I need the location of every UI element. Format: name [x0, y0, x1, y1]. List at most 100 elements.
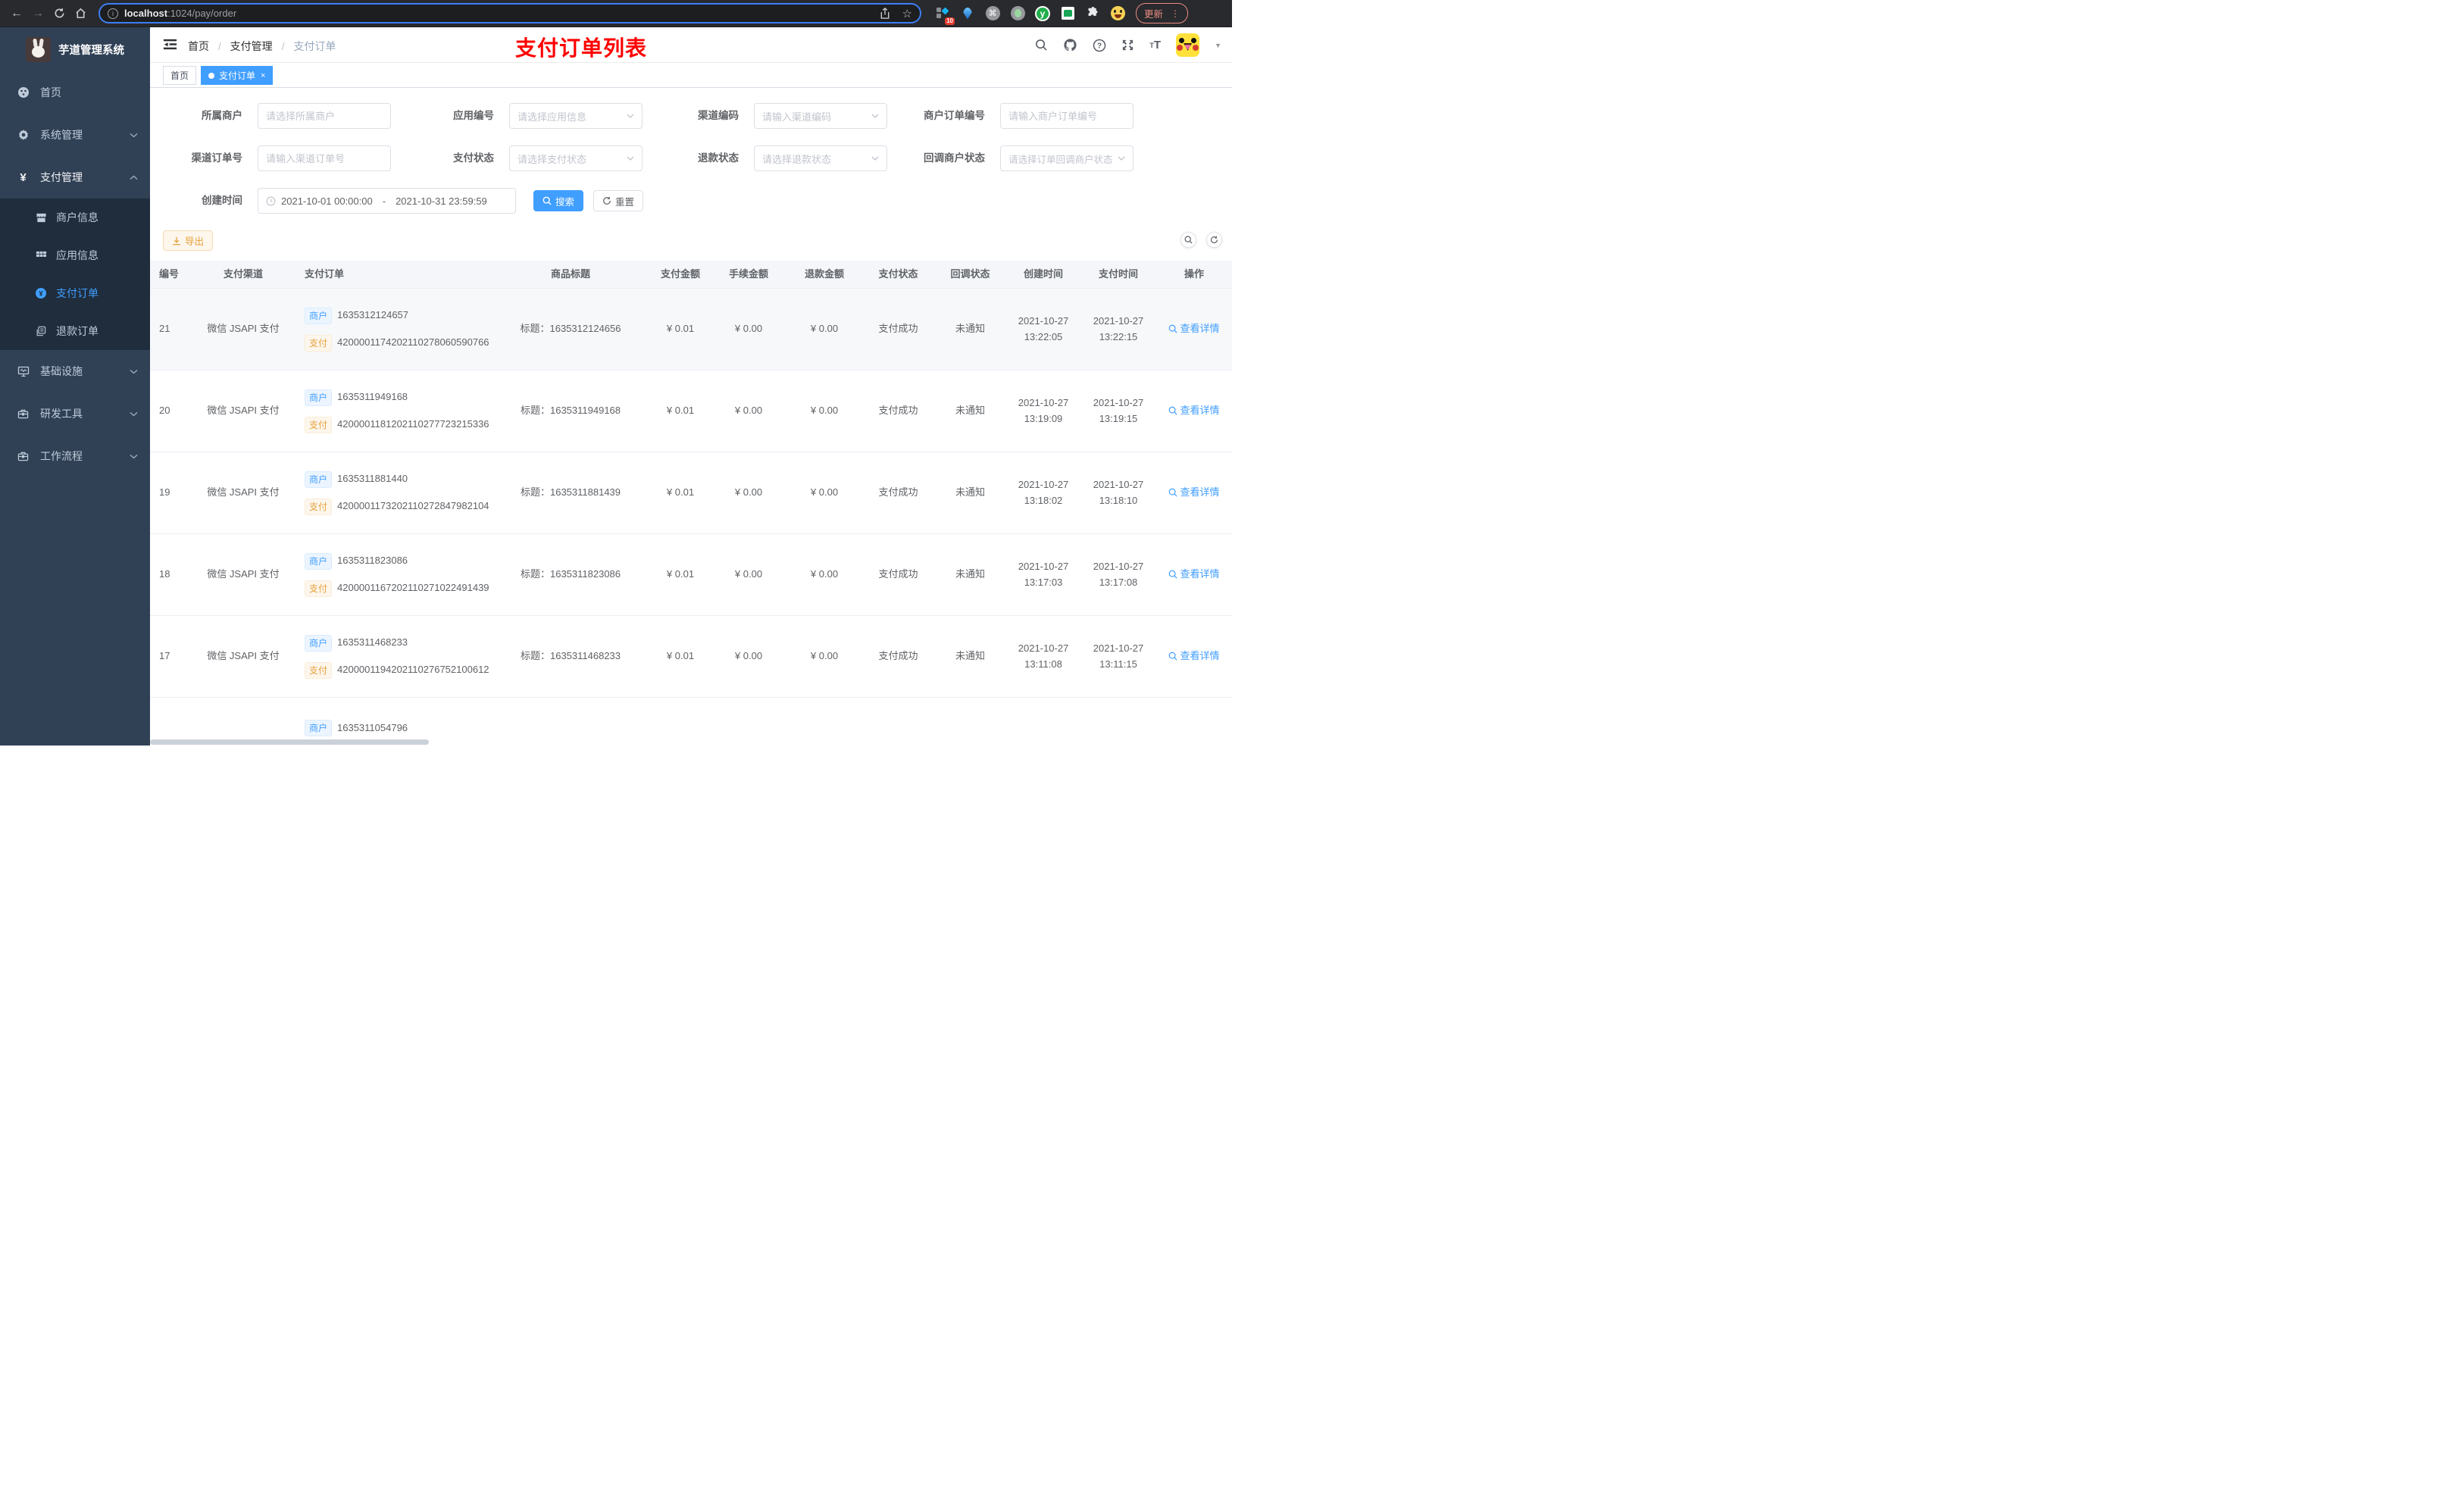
sidebar: 芋道管理系统 首页 系统管理 ¥ 支付管理 商户信息 应用信息 ¥ 支付订单 退…	[0, 27, 150, 746]
extension-grid-icon[interactable]: 10	[935, 6, 955, 25]
forward-icon[interactable]: →	[27, 7, 48, 20]
gear-icon	[17, 129, 30, 142]
filter-label-notify-status: 回调商户状态	[924, 152, 985, 164]
extension-pin-icon[interactable]	[960, 6, 975, 21]
search-icon[interactable]	[1035, 39, 1048, 52]
filter-label-channel-code: 渠道编码	[698, 110, 739, 121]
sidebar-item-merchant-info[interactable]: 商户信息	[0, 198, 150, 236]
sidebar-logo[interactable]: 芋道管理系统	[0, 27, 150, 71]
tags-view: 首页 支付订单 ×	[150, 63, 1232, 88]
col-header-notify: 回调状态	[950, 267, 990, 280]
bookmark-star-icon[interactable]: ☆	[902, 7, 912, 20]
channel-order-no-field[interactable]	[258, 145, 391, 171]
content: 所属商户 应用编号 请选择应用信息 渠道编码 请输入渠道编码 商户订单编号	[150, 88, 1232, 746]
merchant-order-no-input[interactable]	[1008, 110, 1125, 122]
sidebar-item-dev-tools[interactable]: 研发工具	[0, 392, 150, 435]
pay-status-select[interactable]: 请选择支付状态	[509, 145, 643, 171]
date-start: 2021-10-01 00:00:00	[281, 195, 373, 207]
create-time-range-picker[interactable]: 2021-10-01 00:00:00 - 2021-10-31 23:59:5…	[258, 188, 516, 214]
fullscreen-icon[interactable]	[1121, 39, 1134, 52]
sidebar-item-system[interactable]: 系统管理	[0, 114, 150, 156]
sidebar-item-home[interactable]: 首页	[0, 71, 150, 114]
merchant-select[interactable]	[258, 103, 391, 129]
sidebar-item-workflow[interactable]: 工作流程	[0, 435, 150, 477]
sidebar-item-pay-order[interactable]: ¥ 支付订单	[0, 274, 150, 312]
breadcrumb-home[interactable]: 首页	[188, 40, 209, 52]
github-icon[interactable]	[1063, 38, 1077, 52]
table-row-partial: 商户 1635311054796	[150, 698, 1232, 746]
view-detail-link[interactable]: 查看详情	[1168, 567, 1220, 582]
logo-avatar	[26, 36, 51, 62]
notify-status-select[interactable]: 请选择订单回调商户状态	[1000, 145, 1134, 171]
col-header-pay-order: 支付订单	[305, 267, 345, 280]
channel-code-select[interactable]: 请输入渠道编码	[754, 103, 887, 129]
yen-icon: ¥	[20, 170, 27, 184]
horizontal-scrollbar-thumb[interactable]	[150, 739, 429, 745]
pay-tag: 支付	[305, 498, 333, 515]
monitor-icon	[17, 365, 30, 378]
sidebar-item-infrastructure[interactable]: 基础设施	[0, 350, 150, 392]
extension-dot-icon[interactable]	[1010, 6, 1025, 21]
merchant-order-no-field[interactable]	[1000, 103, 1134, 129]
sidebar-item-payment[interactable]: ¥ 支付管理	[0, 156, 150, 198]
tab-pay-order[interactable]: 支付订单 ×	[201, 66, 274, 85]
filter-label-channel-order-no: 渠道订单号	[191, 152, 243, 164]
orders-table: 编号 支付渠道 支付订单 商品标题 支付金额 手续金额 退款金额 支付状态 回调…	[150, 261, 1232, 746]
home-icon[interactable]	[70, 7, 91, 20]
extension-command-icon[interactable]: ⌘	[985, 6, 1000, 21]
table-row: 18 微信 JSAPI 支付 商户 1635311823086 支付 4200001…	[150, 534, 1232, 616]
table-row: 17 微信 JSAPI 支付 商户 1635311468233 支付 4200001…	[150, 616, 1232, 698]
app-select[interactable]: 请选择应用信息	[509, 103, 643, 129]
breadcrumb: 首页 / 支付管理 / 支付订单	[188, 40, 336, 52]
filter-label-app-no: 应用编号	[453, 110, 494, 121]
channel-order-no-input[interactable]	[266, 152, 383, 164]
share-icon[interactable]	[880, 8, 890, 19]
back-icon[interactable]: ←	[6, 7, 27, 20]
pay-tag: 支付	[305, 334, 333, 352]
pay-tag: 支付	[305, 416, 333, 433]
active-tab-dot	[208, 72, 215, 79]
show-search-toggle-icon[interactable]	[1180, 232, 1196, 248]
view-detail-link[interactable]: 查看详情	[1168, 485, 1220, 500]
col-header-id: 编号	[159, 267, 180, 280]
table-row: 21 微信 JSAPI 支付 商户 1635312124657 支付 4200001…	[150, 289, 1232, 370]
view-detail-link[interactable]: 查看详情	[1168, 321, 1220, 336]
profile-emoji-icon[interactable]	[1110, 6, 1125, 21]
merchant-input[interactable]	[266, 110, 383, 122]
reload-icon[interactable]	[48, 7, 70, 20]
user-avatar[interactable]	[1176, 33, 1200, 57]
chevron-down-icon	[627, 156, 634, 161]
url-bar[interactable]: i localhost:1024/pay/order ☆	[98, 3, 921, 23]
help-icon[interactable]: ?	[1093, 39, 1106, 52]
breadcrumb-pay-mgmt[interactable]: 支付管理	[230, 40, 273, 52]
sidebar-item-refund-order[interactable]: 退款订单	[0, 312, 150, 350]
tab-home[interactable]: 首页	[163, 66, 197, 85]
screen: ← → i localhost:1024/pay/order ☆ 10 ⌘ y …	[0, 0, 1232, 746]
breadcrumb-pay-order: 支付订单	[293, 40, 336, 52]
extension-badge: 10	[945, 17, 955, 25]
avatar-caret-icon[interactable]: ▼	[1215, 42, 1221, 49]
reset-button[interactable]: 重置	[593, 190, 644, 211]
sidebar-item-app-info[interactable]: 应用信息	[0, 236, 150, 274]
export-button[interactable]: 导出	[163, 230, 214, 251]
document-icon	[35, 325, 47, 337]
extension-y-icon[interactable]: y	[1035, 5, 1050, 21]
font-size-icon[interactable]: TT	[1149, 39, 1161, 52]
col-header-pay-time: 支付时间	[1098, 267, 1138, 280]
extensions-puzzle-icon[interactable]	[1085, 6, 1100, 21]
page-title-annotation: 支付订单列表	[515, 36, 648, 60]
browser-menu-icon[interactable]: ⋮	[1171, 9, 1180, 18]
filter-label-pay-status: 支付状态	[453, 152, 494, 164]
tab-close-icon[interactable]: ×	[261, 71, 265, 80]
extension-chat-icon[interactable]	[1060, 6, 1075, 21]
refresh-table-icon[interactable]	[1206, 232, 1222, 248]
yen-circle-icon: ¥	[35, 287, 47, 299]
view-detail-link[interactable]: 查看详情	[1168, 649, 1220, 664]
browser-update-button[interactable]: 更新 ⋮	[1136, 3, 1189, 23]
sidebar-collapse-icon[interactable]	[163, 37, 177, 52]
view-detail-link[interactable]: 查看详情	[1168, 403, 1220, 418]
site-info-icon[interactable]: i	[108, 8, 118, 19]
search-button[interactable]: 搜索	[533, 190, 584, 211]
refund-status-select[interactable]: 请选择退款状态	[754, 145, 887, 171]
filter-label-merchant: 所属商户	[202, 110, 242, 121]
